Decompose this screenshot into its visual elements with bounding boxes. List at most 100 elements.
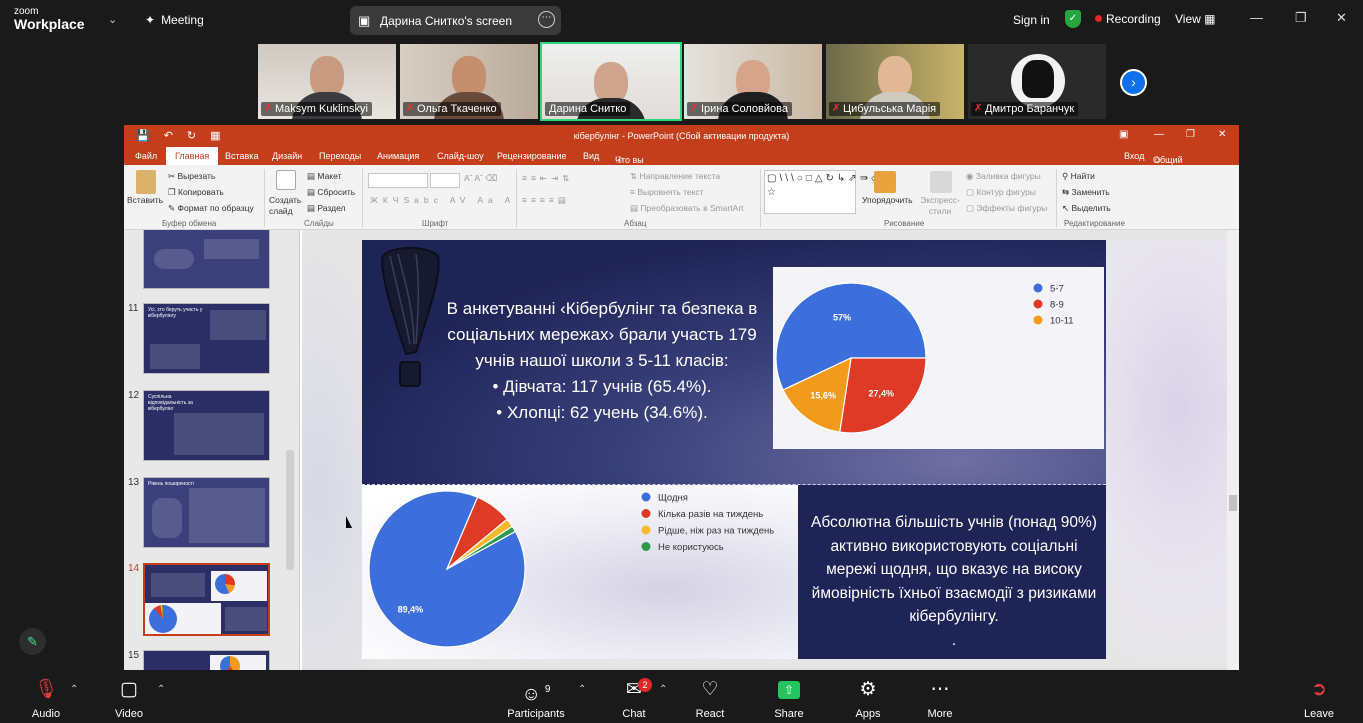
more-button[interactable]: ⋯ More <box>920 678 960 720</box>
tab-file[interactable]: Файл <box>135 151 157 161</box>
slide-number: 14 <box>128 563 140 574</box>
close-icon[interactable]: ✕ <box>1218 129 1226 140</box>
slide-thumbnail[interactable] <box>143 230 270 289</box>
tab-transitions[interactable]: Переходы <box>319 151 361 161</box>
align-buttons[interactable]: ≡≡≡≡▤ <box>522 195 570 206</box>
arrange-icon[interactable] <box>874 171 896 193</box>
reset-button[interactable]: ▤ Сбросить <box>307 187 355 198</box>
chevron-up-icon[interactable]: ⌃ <box>157 684 165 695</box>
tab-home[interactable]: Главная <box>166 147 219 165</box>
arrange-button[interactable]: Упорядочить <box>862 195 913 205</box>
quick-styles-button[interactable]: Экспресс-стили <box>920 195 960 217</box>
paste-button[interactable]: Вставить <box>127 195 163 205</box>
apps-button[interactable]: ⚙ Apps <box>848 678 888 720</box>
recording-indicator[interactable]: Recording <box>1095 12 1161 26</box>
grade-pie-chart: 57% 27,4% 15,6% 5-7 8-9 10-11 <box>775 282 1074 434</box>
conclusion-text: Абсолютна більшість учнів (понад 90%) ак… <box>804 511 1104 652</box>
slide-number: 13 <box>128 477 140 488</box>
layout-button[interactable]: ▤ Макет <box>307 171 341 182</box>
tab-view[interactable]: Вид <box>583 151 599 161</box>
meeting-info-button[interactable]: ✦ Meeting <box>145 13 204 27</box>
shapes-gallery[interactable]: ▢\\\○□△↻↳⇗⇛◇{}☆ <box>764 170 891 214</box>
legend-swatch <box>641 509 651 518</box>
chevron-up-icon[interactable]: ⌃ <box>578 684 586 695</box>
chevron-down-icon[interactable]: ⌄ <box>108 13 117 26</box>
replace-button[interactable]: ⇆ Заменить <box>1062 187 1110 198</box>
font-family-select[interactable] <box>368 173 428 188</box>
restore-icon[interactable]: ❐ <box>1295 10 1307 26</box>
select-button[interactable]: ↖ Выделить <box>1062 203 1111 214</box>
cut-button[interactable]: ✂ Вырезать <box>168 171 215 182</box>
participant-tile[interactable]: ✗ Maksym Kuklinskyi <box>256 42 398 121</box>
participants-button[interactable]: ☺ 9 Participants <box>503 678 569 720</box>
audio-button[interactable]: 🎙 Audio <box>24 678 68 720</box>
quick-styles-icon[interactable] <box>930 171 952 193</box>
chevron-up-icon[interactable]: ⌃ <box>70 684 78 695</box>
participant-name: ✗ Ольга Ткаченко <box>403 102 501 116</box>
tab-slideshow[interactable]: Слайд-шоу <box>437 151 484 161</box>
participant-tile[interactable]: ✗ Ірина Соловйова <box>682 42 824 121</box>
minimize-icon[interactable]: — <box>1154 129 1164 140</box>
audio-label: Audio <box>31 708 61 720</box>
slide-thumbnail[interactable] <box>143 650 270 670</box>
more-options-icon[interactable]: ⋯ <box>538 11 555 28</box>
participant-tile-active-speaker[interactable]: Дарина Снитко <box>540 42 682 121</box>
close-icon[interactable]: ✕ <box>1336 10 1347 26</box>
participant-tile[interactable]: ✗ Цибульська Марія <box>824 42 966 121</box>
participant-name: ✗ Дмитро Баранчук <box>971 102 1079 116</box>
react-button[interactable]: ♡ React <box>690 678 730 720</box>
slide-thumbnail[interactable]: Усі, хто беруть участь у кібербулінгу <box>143 303 270 374</box>
text-direction-button[interactable]: ⇅ Направление текста <box>630 171 720 182</box>
list-buttons[interactable]: ≡≡⇤⇥⇅ <box>522 173 573 184</box>
participant-tile[interactable]: ✗ Ольга Ткаченко <box>398 42 540 121</box>
tab-review[interactable]: Рецензирование <box>497 151 567 161</box>
chevron-up-icon[interactable]: ⌃ <box>659 684 667 695</box>
sign-in-link[interactable]: Sign in <box>1013 13 1050 27</box>
section-button[interactable]: ▤ Раздел <box>307 203 346 214</box>
video-button[interactable]: ▢ Video <box>108 678 150 720</box>
font-style-buttons[interactable]: ЖКЧSabc AV Aa A <box>370 195 515 205</box>
smartart-button[interactable]: ▤ Преобразовать в SmartArt <box>630 203 744 214</box>
shape-fill-button[interactable]: ◉ Заливка фигуры <box>966 171 1041 182</box>
annotate-pencil-button[interactable]: ✎ <box>19 628 46 655</box>
zoom-toolbar: 🎙 Audio ⌃ ▢ Video ⌃ ☺ 9 Participants ⌃ ✉ … <box>0 670 1363 723</box>
slide-thumbnail-selected[interactable] <box>143 563 270 636</box>
scrollbar-thumb[interactable] <box>1229 495 1237 511</box>
copy-button[interactable]: ❐ Копировать <box>168 187 224 198</box>
divider <box>516 169 517 227</box>
new-slide-button[interactable]: Создать слайд <box>269 195 303 217</box>
screen-share-pill[interactable]: ▣ Дарина Снитко's screen ⋯ <box>350 6 561 35</box>
tab-animation[interactable]: Анимация <box>377 151 419 161</box>
shape-outline-button[interactable]: ▢ Контур фигуры <box>966 187 1036 198</box>
font-size-select[interactable] <box>430 173 460 188</box>
align-text-button[interactable]: ≡ Выровнять текст <box>630 187 704 197</box>
thumbnail-scrollbar[interactable] <box>286 450 294 570</box>
format-painter-button[interactable]: ✎ Формат по образцу <box>168 203 254 214</box>
meeting-label: Meeting <box>161 13 204 27</box>
sign-in-link[interactable]: Вход <box>1124 151 1144 161</box>
smartart-icon: ▤ <box>630 203 639 213</box>
tab-design[interactable]: Дизайн <box>272 151 302 161</box>
ribbon-display-icon[interactable]: ▣ <box>1119 129 1128 140</box>
participant-tile[interactable]: ✗ Дмитро Баранчук <box>966 42 1108 121</box>
paste-icon[interactable] <box>136 170 156 194</box>
new-slide-icon[interactable] <box>276 170 296 190</box>
restore-icon[interactable]: ❐ <box>1186 129 1195 140</box>
zoom-logo[interactable]: zoom Workplace <box>14 7 85 33</box>
leave-button[interactable]: ➲ Leave <box>1298 678 1340 720</box>
tab-insert[interactable]: Вставка <box>225 151 258 161</box>
minimize-icon[interactable]: — <box>1250 10 1263 25</box>
slide-thumbnail[interactable]: Суспільна відповідальність за кібербулін… <box>143 390 270 461</box>
share-screen-button[interactable]: ⇧ Share <box>768 678 810 720</box>
slide-scrollbar[interactable] <box>1227 230 1239 670</box>
group-clipboard: Буфер обмена <box>162 219 217 228</box>
security-shield-icon[interactable]: ✓ <box>1065 10 1081 28</box>
next-participants-button[interactable]: › <box>1120 69 1147 96</box>
shape-effects-button[interactable]: ▢ Эффекты фигуры <box>966 203 1047 214</box>
slide-canvas[interactable]: В анкетуванні ‹Кібербулінг та безпека в … <box>362 240 1106 659</box>
font-grow-shrink-icons[interactable]: Aˆ Aˇ ⌫ <box>464 173 497 184</box>
view-button[interactable]: View ▦ <box>1175 12 1215 26</box>
find-button[interactable]: ⚲ Найти <box>1062 171 1095 182</box>
thumb-textblock <box>210 310 266 340</box>
slide-thumbnail[interactable]: Рівень поширеності <box>143 477 270 548</box>
